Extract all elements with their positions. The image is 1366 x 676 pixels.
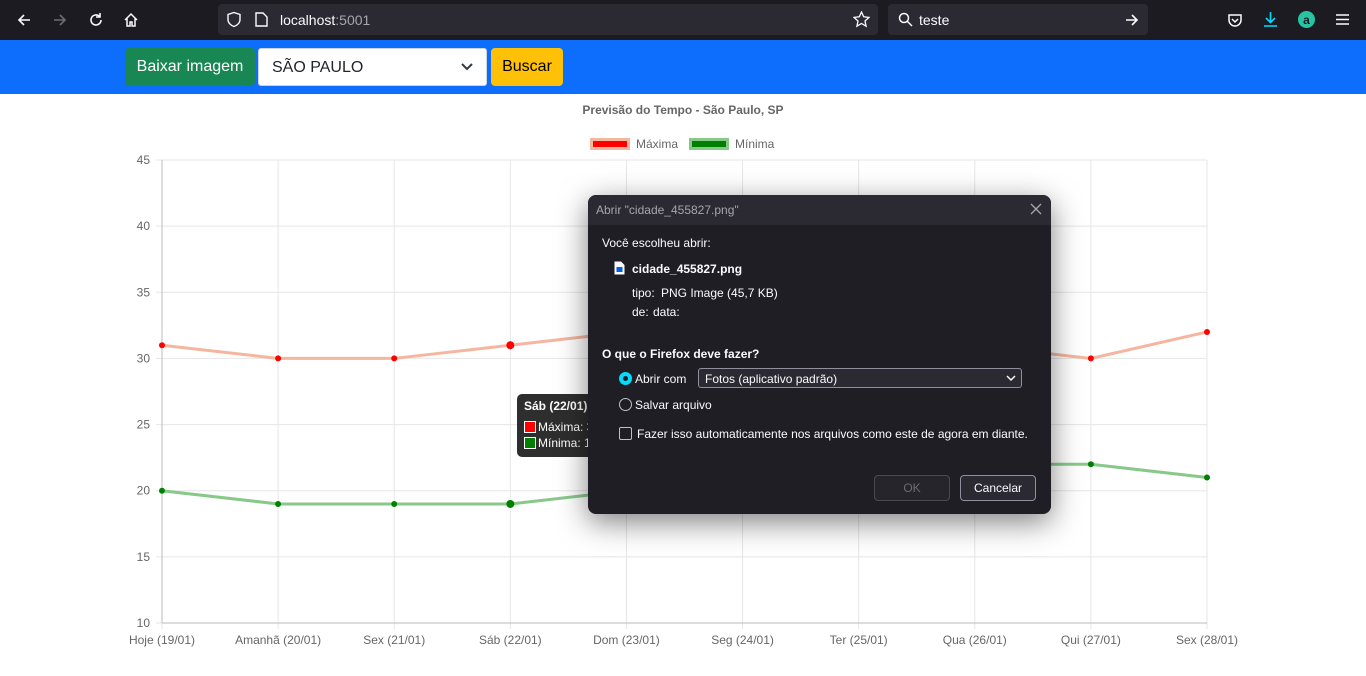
open-with-app-select[interactable]: Fotos (aplicativo padrão) bbox=[698, 368, 1022, 388]
y-tick-label: 35 bbox=[137, 285, 151, 299]
y-tick-label: 30 bbox=[137, 351, 151, 365]
y-tick-label: 45 bbox=[137, 153, 151, 167]
dialog-chose-text: Você escolheu abrir: bbox=[602, 236, 711, 250]
tooltip-row-minima: Mínima: 1 bbox=[524, 436, 591, 450]
tooltip-swatch-maxima bbox=[524, 421, 536, 433]
save-file-radio[interactable] bbox=[619, 398, 632, 411]
dialog-titlebar: Abrir "cidade_455827.png" bbox=[588, 195, 1051, 225]
y-tick-label: 15 bbox=[137, 550, 151, 564]
data-point-maxima bbox=[391, 355, 398, 362]
open-with-app-value: Fotos (aplicativo padrão) bbox=[705, 372, 838, 386]
dialog-question: O que o Firefox deve fazer? bbox=[602, 347, 760, 361]
dialog-type-value: PNG Image (45,7 KB) bbox=[661, 286, 778, 300]
open-file-dialog: Abrir "cidade_455827.png" Você escolheu … bbox=[588, 195, 1051, 514]
dialog-title: Abrir "cidade_455827.png" bbox=[596, 203, 739, 217]
data-point-maxima bbox=[506, 341, 515, 350]
open-with-radio[interactable] bbox=[619, 372, 632, 385]
close-icon[interactable] bbox=[1030, 203, 1042, 215]
dialog-from-value: data: bbox=[653, 305, 680, 319]
y-tick-label: 10 bbox=[137, 616, 151, 630]
dialog-filename: cidade_455827.png bbox=[632, 262, 743, 276]
data-point-maxima bbox=[275, 355, 282, 362]
x-tick-label: Sáb (22/01) bbox=[479, 633, 542, 647]
y-tick-label: 25 bbox=[137, 418, 151, 432]
x-tick-label: Sex (28/01) bbox=[1176, 633, 1238, 647]
y-tick-label: 20 bbox=[137, 484, 151, 498]
auto-checkbox-label[interactable]: Fazer isso automaticamente nos arquivos … bbox=[637, 427, 1028, 441]
dialog-type-label: tipo: bbox=[632, 286, 655, 300]
data-point-minima bbox=[391, 500, 398, 507]
data-point-maxima bbox=[159, 342, 165, 349]
tooltip-row-maxima: Máxima: 3 bbox=[524, 420, 593, 434]
data-point-minima bbox=[275, 500, 282, 507]
y-tick-label: 40 bbox=[137, 219, 151, 233]
x-tick-label: Qui (27/01) bbox=[1061, 633, 1121, 647]
x-tick-label: Sex (21/01) bbox=[363, 633, 425, 647]
dialog-from-label: de: bbox=[632, 305, 649, 319]
data-point-maxima bbox=[1087, 355, 1094, 362]
x-tick-label: Amanhã (20/01) bbox=[235, 633, 321, 647]
tooltip-title: Sáb (22/01) bbox=[524, 399, 588, 413]
save-file-label[interactable]: Salvar arquivo bbox=[635, 398, 712, 412]
x-tick-label: Seg (24/01) bbox=[711, 633, 774, 647]
x-tick-label: Qua (26/01) bbox=[943, 633, 1007, 647]
chevron-down-icon bbox=[1006, 375, 1016, 382]
open-with-label[interactable]: Abrir com bbox=[635, 372, 686, 386]
data-point-maxima bbox=[1204, 328, 1210, 335]
cancel-button[interactable]: Cancelar bbox=[960, 475, 1036, 501]
tooltip-swatch-minima bbox=[524, 437, 536, 449]
data-point-minima bbox=[1204, 474, 1210, 481]
file-icon bbox=[614, 261, 625, 275]
tooltip-label-maxima: Máxima: 3 bbox=[538, 420, 594, 434]
x-tick-label: Ter (25/01) bbox=[830, 633, 888, 647]
ok-button[interactable]: OK bbox=[874, 475, 950, 501]
tooltip-label-minima: Mínima: 1 bbox=[538, 436, 591, 450]
auto-checkbox[interactable] bbox=[619, 427, 632, 440]
x-tick-label: Dom (23/01) bbox=[593, 633, 660, 647]
data-point-minima bbox=[159, 487, 165, 494]
data-point-minima bbox=[1087, 461, 1094, 468]
data-point-minima bbox=[506, 499, 515, 508]
x-tick-label: Hoje (19/01) bbox=[129, 633, 195, 647]
